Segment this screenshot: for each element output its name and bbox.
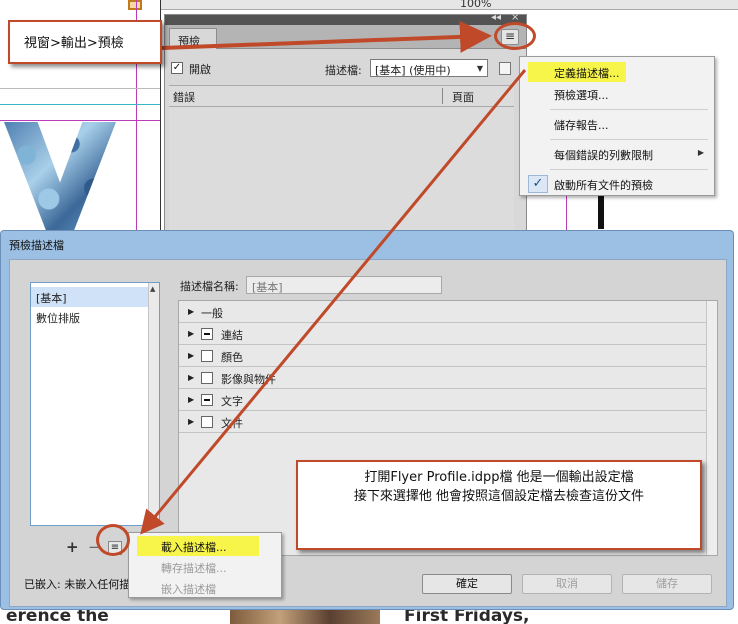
tree-row-links[interactable]: ▶ 連結: [179, 323, 707, 345]
menu-item-save-report[interactable]: 儲存報告...: [520, 113, 714, 135]
preflight-options-row: ✓ 開啟 描述檔: [基本] (使用中) ▼: [165, 59, 526, 81]
scroll-up-icon[interactable]: ▲: [150, 285, 155, 293]
guide-line: [0, 88, 160, 89]
embedded-status: 已嵌入: 未嵌入任何描: [24, 578, 131, 591]
chevron-down-icon: ▼: [476, 64, 483, 73]
zoom-level[interactable]: 100%: [460, 0, 491, 10]
toolbar-swatch-icon[interactable]: [128, 0, 142, 10]
expand-arrow-icon[interactable]: ▶: [188, 395, 194, 404]
category-checkbox[interactable]: [201, 328, 213, 340]
tree-row-general[interactable]: ▶ 一般: [179, 301, 707, 323]
document-icon[interactable]: [499, 62, 511, 75]
menu-item-preflight-options[interactable]: 預檢選項...: [520, 83, 714, 105]
expand-arrow-icon[interactable]: ▶: [188, 417, 194, 426]
submenu-arrow-icon: ▶: [697, 148, 704, 157]
cancel-button[interactable]: 取消: [522, 574, 612, 594]
checkmark-icon: ✓: [528, 175, 548, 193]
annotation-instructions: 打開Flyer Profile.idpp檔 他是一個輸出設定檔 接下來選擇他 他…: [296, 460, 702, 550]
table-header-divider: [169, 106, 514, 107]
profile-name-label: 描述檔名稱:: [180, 280, 239, 293]
tree-row-document[interactable]: ▶ 文件: [179, 411, 707, 433]
panel-flyout-menu: 定義描述檔... 預檢選項... 儲存報告... 每個錯誤的列數限制 ▶ ✓ 啟…: [519, 56, 715, 196]
category-checkbox[interactable]: [201, 350, 213, 362]
enable-checkbox[interactable]: ✓: [171, 62, 183, 74]
category-checkbox[interactable]: [201, 372, 213, 384]
tree-row-text[interactable]: ▶ 文字: [179, 389, 707, 411]
column-divider[interactable]: [442, 88, 443, 104]
menu-item-limit-rows[interactable]: 每個錯誤的列數限制 ▶: [520, 143, 714, 165]
category-checkbox[interactable]: [201, 394, 213, 406]
profile-name-field[interactable]: [基本]: [246, 276, 442, 294]
tree-row-color[interactable]: ▶ 顏色: [179, 345, 707, 367]
tab-preflight[interactable]: 預檢: [169, 28, 217, 49]
column-header-page[interactable]: 頁面: [452, 89, 474, 105]
menu-separator: [550, 169, 708, 170]
list-item[interactable]: [基本]: [31, 287, 149, 307]
column-header-errors[interactable]: 錯誤: [173, 89, 195, 105]
dialog-title: 預檢描述檔: [9, 239, 64, 252]
tree-scrollbar[interactable]: [706, 301, 717, 555]
category-checkbox[interactable]: [201, 416, 213, 428]
ok-button[interactable]: 確定: [422, 574, 512, 594]
enable-label: 開啟: [189, 63, 211, 76]
profile-flyout-menu: 載入描述檔... 轉存描述檔... 嵌入描述檔: [128, 532, 282, 598]
error-table: 錯誤 頁面: [169, 85, 514, 235]
guide-line: [0, 120, 160, 121]
tree-row-images-objects[interactable]: ▶ 影像與物件: [179, 367, 707, 389]
list-scrollbar[interactable]: ▲ ▼: [148, 283, 159, 525]
expand-arrow-icon[interactable]: ▶: [188, 307, 194, 316]
menu-separator: [550, 139, 708, 140]
profile-select[interactable]: [基本] (使用中) ▼: [370, 59, 488, 77]
highlight-ring: [96, 524, 130, 556]
guide-line: [566, 190, 567, 230]
mosaic-artwork: [4, 122, 116, 232]
save-button[interactable]: 儲存: [622, 574, 712, 594]
annotation-menu-path: 視窗>輸出>預檢: [8, 20, 162, 64]
menu-item-define-profiles[interactable]: 定義描述檔...: [520, 61, 714, 83]
expand-arrow-icon[interactable]: ▶: [188, 373, 194, 382]
profile-list[interactable]: [基本] 數位排版 ▲ ▼: [30, 282, 160, 526]
menu-item-enable-all-documents[interactable]: ✓ 啟動所有文件的預檢: [520, 173, 714, 195]
menu-item-load-profile[interactable]: 載入描述檔...: [129, 535, 281, 556]
expand-arrow-icon[interactable]: ▶: [188, 351, 194, 360]
add-profile-button[interactable]: +: [66, 538, 79, 556]
control-toolbar: 100%: [160, 0, 738, 10]
panel-tab-row: 預檢: [165, 25, 526, 49]
preflight-panel: ◂◂ × 預檢 ≡ ✓ 開啟 描述檔: [基本] (使用中) ▼ 錯誤 頁面: [164, 12, 527, 235]
page-shadow: [598, 195, 604, 229]
instruction-line: 接下來選擇他 他會按照這個設定檔去檢查這份文件: [353, 489, 645, 504]
menu-item-embed-profile[interactable]: 嵌入描述檔: [129, 577, 281, 598]
guide-line: [0, 104, 160, 105]
instruction-line: 打開Flyer Profile.idpp檔 他是一個輸出設定檔: [364, 470, 634, 485]
collapse-panel-icon[interactable]: ◂◂: [491, 12, 501, 23]
scroll-down-icon[interactable]: ▼: [150, 515, 155, 523]
expand-arrow-icon[interactable]: ▶: [188, 329, 194, 338]
panel-title-bar[interactable]: ◂◂ ×: [165, 12, 526, 25]
list-item[interactable]: 數位排版: [31, 307, 149, 327]
profile-select-value: [基本] (使用中): [375, 64, 451, 77]
menu-item-export-profile[interactable]: 轉存描述檔...: [129, 556, 281, 577]
profile-label: 描述檔:: [325, 64, 362, 77]
highlight-ring: [494, 22, 536, 50]
menu-separator: [550, 109, 708, 110]
